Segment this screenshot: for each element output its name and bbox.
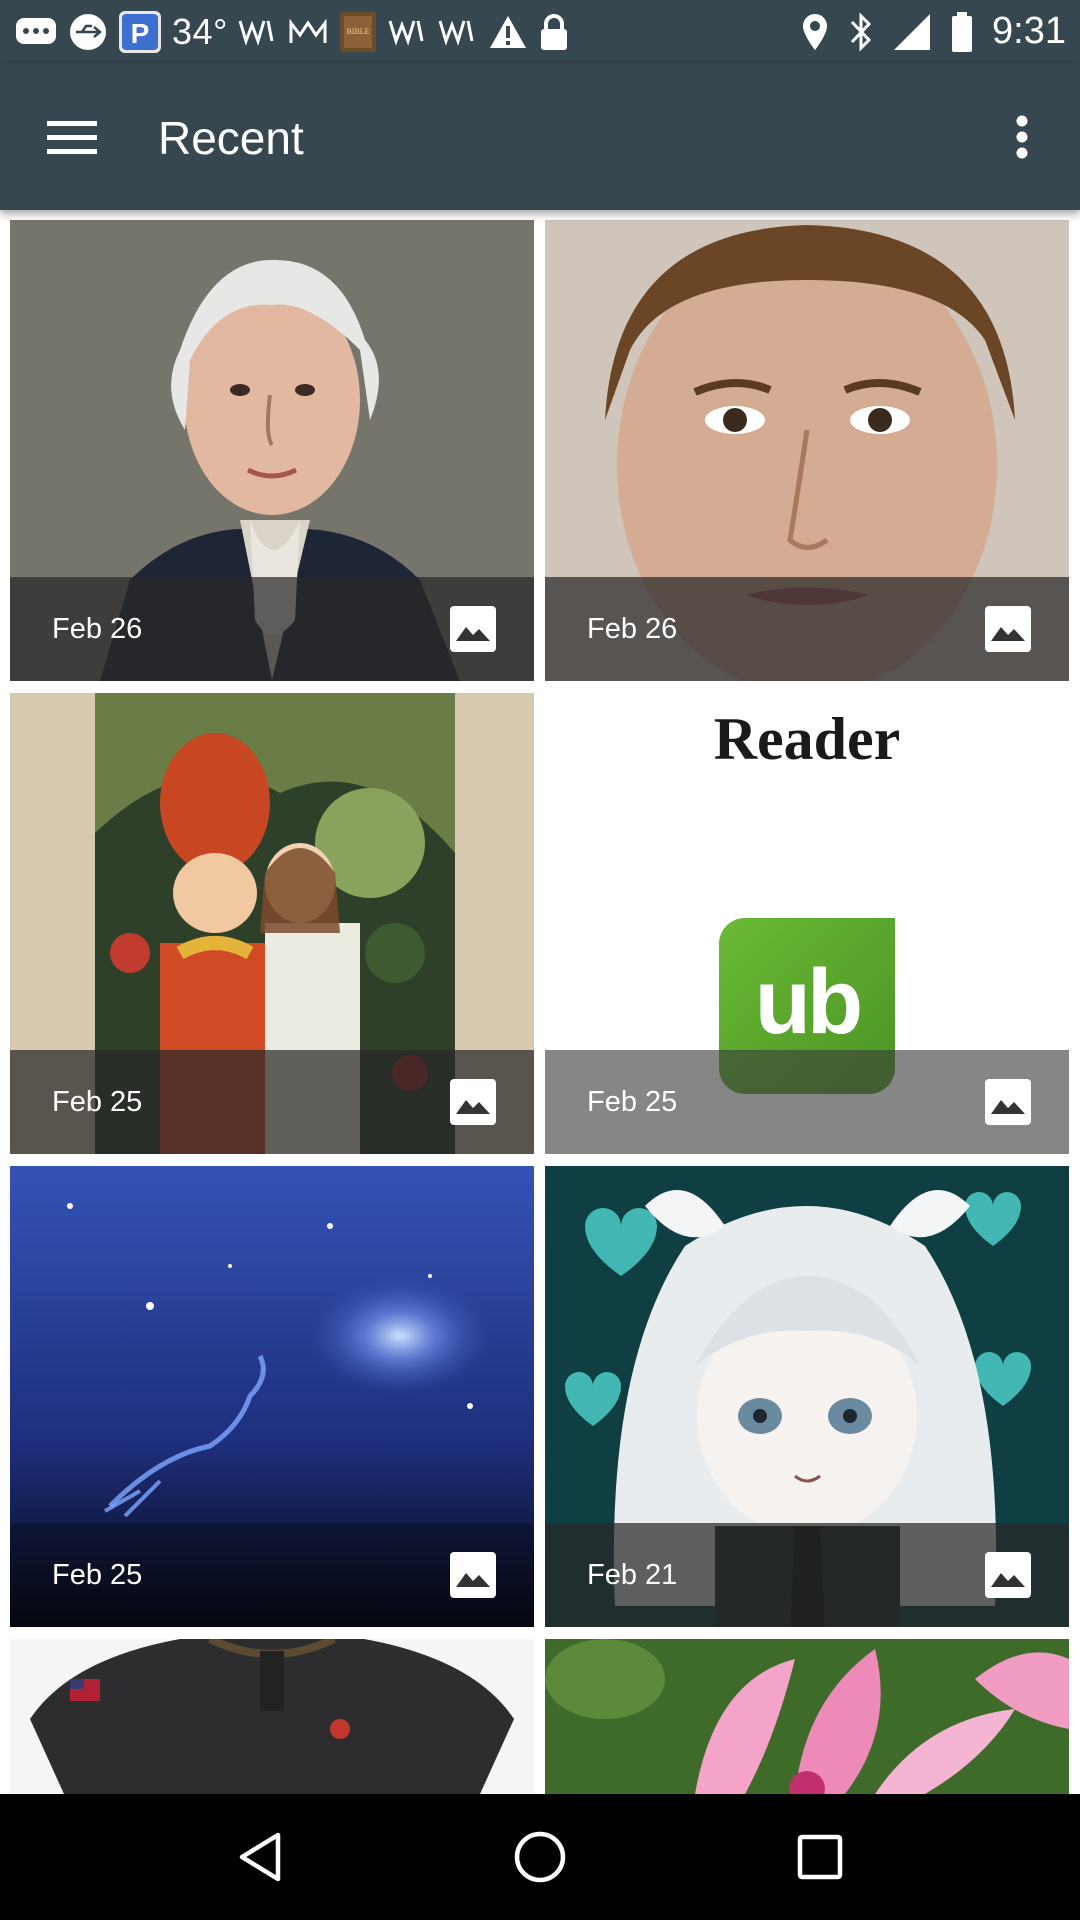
status-bar: P 34° BIBLE 9:31 bbox=[0, 0, 1080, 63]
image-type-icon bbox=[985, 1552, 1031, 1598]
image-type-icon bbox=[450, 1552, 496, 1598]
hamburger-menu-icon bbox=[47, 121, 97, 154]
cell-signal-icon bbox=[892, 10, 932, 54]
svg-text:P: P bbox=[131, 18, 150, 49]
warning-icon bbox=[488, 10, 528, 54]
mail-m-icon bbox=[288, 10, 328, 54]
home-circle-icon bbox=[514, 1831, 566, 1883]
home-button[interactable] bbox=[495, 1812, 585, 1902]
pink-flowers-image bbox=[545, 1639, 1069, 1794]
location-icon bbox=[800, 10, 830, 54]
thumbnail-date: Feb 26 bbox=[587, 612, 678, 645]
thumbnail-tile[interactable]: Reader ub Feb 25 bbox=[545, 693, 1069, 1154]
thumbnail-caption: Feb 25 bbox=[10, 1523, 534, 1627]
thumbnail-tile[interactable]: Feb 26 bbox=[545, 220, 1069, 681]
reader-logo-text: Reader bbox=[713, 706, 901, 772]
thumbnail-tile[interactable] bbox=[545, 1639, 1069, 1794]
thumbnail-caption: Feb 26 bbox=[545, 577, 1069, 681]
bluetooth-icon bbox=[848, 10, 874, 54]
image-type-icon bbox=[450, 1079, 496, 1125]
thumbnail-caption: Feb 21 bbox=[545, 1523, 1069, 1627]
thumbnail-tile[interactable]: Feb 26 bbox=[10, 220, 534, 681]
thumbnail-date: Feb 21 bbox=[587, 1558, 678, 1591]
recents-square-icon bbox=[797, 1834, 843, 1880]
thumbnail-caption: Feb 25 bbox=[10, 1050, 534, 1154]
back-button[interactable] bbox=[215, 1812, 305, 1902]
thumbnail-tile[interactable] bbox=[10, 1639, 534, 1794]
thumbnail-tile[interactable]: Feb 25 bbox=[10, 693, 534, 1154]
more-vertical-icon bbox=[1016, 115, 1028, 159]
navigation-bar bbox=[0, 1794, 1080, 1920]
clock-time: 9:31 bbox=[992, 10, 1066, 52]
image-type-icon bbox=[985, 606, 1031, 652]
signal-wave-icon bbox=[238, 10, 278, 54]
image-type-icon bbox=[450, 606, 496, 652]
ub-logo-text: ub bbox=[754, 950, 863, 1053]
svg-text:BIBLE: BIBLE bbox=[346, 27, 369, 36]
hamburger-menu-button[interactable] bbox=[38, 103, 106, 171]
usb-icon bbox=[68, 10, 108, 54]
thumbnail-date: Feb 25 bbox=[587, 1085, 678, 1118]
back-triangle-icon bbox=[239, 1832, 281, 1882]
signal-wave-icon bbox=[388, 10, 428, 54]
bible-app-icon: BIBLE bbox=[338, 10, 378, 54]
recents-button[interactable] bbox=[775, 1812, 865, 1902]
polo-shirt-image bbox=[10, 1639, 534, 1794]
lock-icon bbox=[538, 10, 570, 54]
thumbnail-tile[interactable]: Feb 25 bbox=[10, 1166, 534, 1627]
thumbnail-caption: Feb 26 bbox=[10, 577, 534, 681]
app-bar: Recent bbox=[0, 63, 1080, 210]
thumbnail-caption: Feb 25 bbox=[545, 1050, 1069, 1154]
thumbnail-date: Feb 25 bbox=[52, 1558, 143, 1591]
image-type-icon bbox=[985, 1079, 1031, 1125]
signal-wave-icon bbox=[438, 10, 478, 54]
thumbnail-tile[interactable]: Feb 21 bbox=[545, 1166, 1069, 1627]
pandora-icon: P bbox=[118, 10, 162, 54]
temperature-text: 34° bbox=[172, 10, 228, 52]
messages-icon bbox=[14, 10, 58, 54]
recent-grid: Feb 26 Feb 26 Feb 25 Reader ub Feb 25 Fe… bbox=[0, 210, 1080, 1794]
thumbnail-date: Feb 26 bbox=[52, 612, 143, 645]
battery-icon bbox=[950, 10, 974, 54]
thumbnail-date: Feb 25 bbox=[52, 1085, 143, 1118]
overflow-menu-button[interactable] bbox=[988, 103, 1056, 171]
page-title: Recent bbox=[158, 112, 304, 164]
